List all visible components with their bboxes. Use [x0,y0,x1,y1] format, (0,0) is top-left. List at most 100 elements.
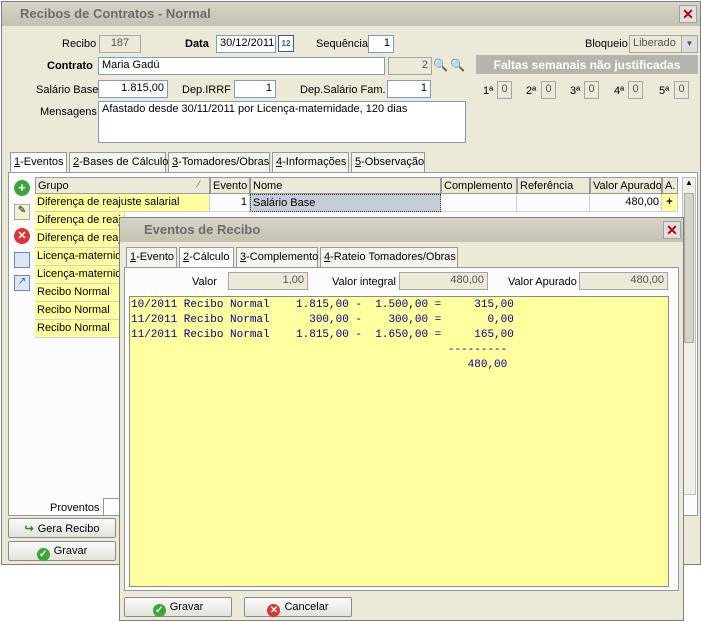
gravar-button[interactable]: ✓ Gravar [8,541,116,561]
dialog-title: Eventos de Recibo [120,218,683,242]
col-referencia[interactable]: Referência [517,177,590,194]
dialog-tabs: 1-Evento 2-Cálculo 3-Complemento 4-Ratei… [126,247,466,268]
grid-scrollbar[interactable]: ▲ [682,177,696,495]
dep-irrf-label: Dep.IRRF [182,84,231,96]
calc-line-3: 11/2011 Recibo Normal 1.815,00 - 1.650,0… [131,329,514,341]
tab-informacoes[interactable]: 4-Informações [272,152,349,172]
week-4-field: 0 [628,81,643,99]
col-evento[interactable]: Evento [210,177,250,194]
row-1-referencia[interactable] [517,194,590,212]
salario-field[interactable]: 1.815,00 [98,80,168,98]
tab-eventos[interactable]: 1-Eventos [10,152,67,173]
mensagens-label: Mensagens [40,106,97,118]
week-3-label: 3ª [570,85,581,97]
sequencia-field[interactable]: 1 [368,35,394,53]
proventos-label: Proventos [50,502,100,514]
mensagens-field[interactable]: Afastado desde 30/11/2011 por Licença-ma… [98,101,466,143]
bloqueio-select[interactable]: Liberado ▼ [629,35,698,53]
row-1-nome[interactable]: Salário Base [250,194,441,212]
valor-integral-label: Valor integral [332,276,396,288]
check-icon: ✓ [152,604,166,617]
calc-line-4: --------- [131,344,508,356]
calc-line-5: 480,00 [131,359,508,371]
main-tabs: 1-Eventos 2-Bases de Cálculo 3-Tomadores… [10,152,430,173]
delete-icon[interactable]: ✕ [14,228,30,244]
contrato-field[interactable]: Maria Gadú [98,57,385,75]
table-row[interactable]: Diferença de reajuste salarial [35,212,125,230]
edit-icon[interactable]: ✎ [14,204,30,220]
table-row[interactable]: Licença-maternidade [35,266,125,284]
row-1-mark[interactable]: + [662,194,678,212]
tab-evento[interactable]: 1-Evento [126,247,177,267]
contrato-number: 2 [388,57,432,75]
contrato-label: Contrato [47,60,93,72]
data-label: Data [185,38,209,50]
col-grupo[interactable]: Grupo [35,177,210,194]
scroll-up-icon[interactable]: ▲ [683,178,695,191]
valor-apurado-label: Valor Apurado [508,276,577,288]
week-3-field: 0 [584,81,599,99]
faltas-header: Faltas semanais não justificadas [476,55,698,74]
week-5-field: 0 [674,81,689,99]
dialog-gravar-button[interactable]: ✓ Gravar [124,597,232,617]
row-1-complemento[interactable] [441,194,517,212]
chevron-down-icon[interactable]: ▼ [681,36,697,52]
search-advanced-icon[interactable]: 🔍 [450,58,465,73]
tab-complemento[interactable]: 3-Complemento [236,247,318,267]
tab-rateio[interactable]: 4-Rateio Tomadores/Obras [320,247,458,267]
tab-observacao[interactable]: 5-Observação [351,152,425,172]
valor-integral-field: 480,00 [399,272,488,290]
valor-label: Valor [192,276,217,288]
bloqueio-label: Bloqueio [585,38,628,50]
table-row[interactable]: Recibo Normal [35,302,125,320]
close-icon[interactable]: ✕ [679,5,697,23]
col-valor-apurado[interactable]: Valor Apurado [590,177,662,194]
refresh-icon: ↪ [24,523,34,535]
dep-irrf-field[interactable]: 1 [234,80,276,98]
week-5-label: 5ª [659,85,670,97]
week-1-label: 1ª [483,85,494,97]
calc-memo[interactable]: 10/2011 Recibo Normal 1.815,00 - 1.500,0… [129,296,669,587]
table-row[interactable]: Licença-maternidade [35,248,125,266]
sort-icon: ∕ [198,179,200,189]
dialog-cancelar-button[interactable]: ✕ Cancelar [244,597,352,617]
col-extra[interactable]: A. [662,177,678,194]
dialog-close-icon[interactable]: ✕ [663,221,681,239]
recibo-field: 187 [99,35,141,53]
salario-label: Salário Base [36,84,99,96]
gera-recibo-button[interactable]: ↪ Gera Recibo [8,518,116,538]
add-icon[interactable]: + [14,180,30,196]
data-field[interactable]: 30/12/2011 [216,35,276,53]
bloqueio-value: Liberado [633,37,676,49]
dep-sal-field[interactable]: 1 [387,80,431,98]
week-2-label: 2ª [526,85,537,97]
search-icon[interactable]: 🔍 [433,58,448,73]
cancel-icon: ✕ [267,604,281,617]
row-1-grupo[interactable]: Diferença de reajuste salarial [35,194,210,212]
table-row[interactable]: Diferença de reajuste salarial [35,230,125,248]
dep-sal-label: Dep.Salário Fam. [300,84,386,96]
valor-field: 1,00 [228,272,308,290]
col-nome[interactable]: Nome [250,177,441,194]
tab-calculo[interactable]: 2-Cálculo [179,247,234,268]
week-1-field: 0 [497,81,512,99]
table-row[interactable]: Recibo Normal [35,320,125,338]
sequencia-label: Sequência [316,38,368,50]
row-1-valor[interactable]: 480,00 [590,194,662,212]
main-title: Recibos de Contratos - Normal [2,2,700,26]
tab-tomadores-obras[interactable]: 3-Tomadores/Obras [168,152,270,172]
week-4-label: 4ª [614,85,625,97]
col-complemento[interactable]: Complemento [441,177,517,194]
recibo-label: Recibo [62,38,97,50]
calc-line-1: 10/2011 Recibo Normal 1.815,00 - 1.500,0… [131,299,514,311]
chart-icon[interactable]: ↗ [14,275,30,291]
table-icon[interactable] [14,252,30,268]
table-row[interactable]: Recibo Normal [35,284,125,302]
check-icon: ✓ [36,548,50,561]
calendar-icon[interactable]: 12 [278,35,294,52]
tab-bases-de-calculo[interactable]: 2-Bases de Cálculo [69,152,168,172]
eventos-dialog: Eventos de Recibo ✕ 1-Evento 2-Cálculo 3… [119,217,684,621]
calc-line-2: 11/2011 Recibo Normal 300,00 - 300,00 = … [131,314,514,326]
scroll-thumb[interactable] [684,193,694,343]
row-1-evento[interactable]: 1 [210,194,250,212]
